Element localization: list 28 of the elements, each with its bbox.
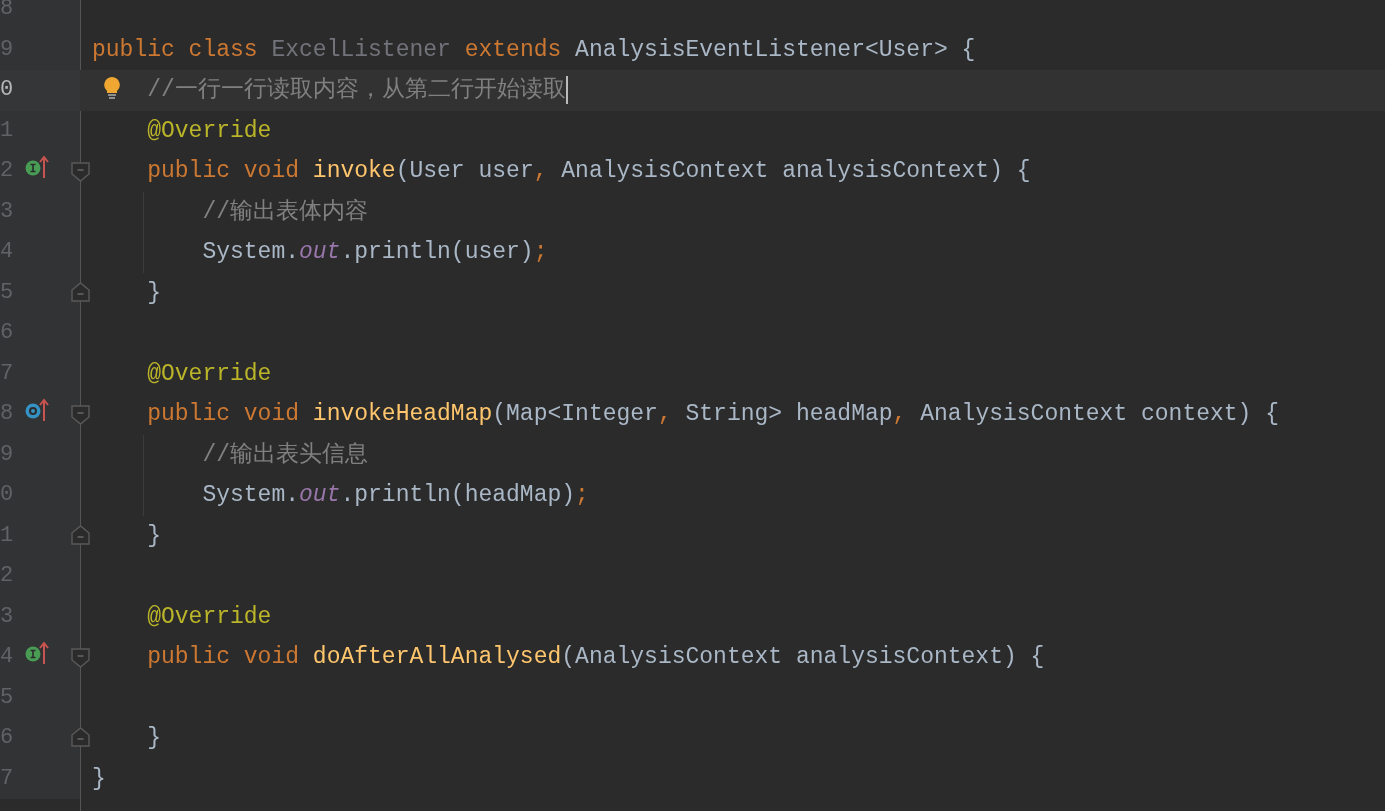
code-line: } [147, 278, 161, 308]
implemented-marker-icon[interactable] [25, 646, 41, 662]
fold-icon[interactable] [71, 405, 90, 425]
code-line: //输出表头信息 [202, 440, 368, 470]
code-line: public void invokeHeadMap(Map<Integer, String> headMap, AnalysisContext context) { [147, 400, 1280, 429]
fold-icon[interactable] [71, 648, 90, 668]
code-line: } [147, 724, 161, 753]
up-arrow-icon [39, 641, 49, 664]
up-arrow-icon [39, 155, 49, 178]
code-line: //输出表体内容 [202, 197, 368, 227]
unfold-icon[interactable] [71, 727, 90, 747]
fold-icon[interactable] [71, 162, 90, 182]
up-arrow-icon [39, 398, 49, 421]
code-line: @Override [147, 359, 272, 389]
code-line: public void invoke(User user, AnalysisContext analysisContext) { [147, 157, 1031, 186]
code-line: System.out.println(headMap); [202, 481, 589, 510]
code-line: public class ExcelListener extends AnalysisEventListener<User> { [92, 35, 976, 65]
lightbulb-icon[interactable] [103, 76, 121, 99]
implemented-marker-icon[interactable] [25, 160, 41, 176]
code-line: @Override [147, 602, 272, 632]
code-line: public void doAfterAllAnalysed(AnalysisContext analysisContext) { [147, 643, 1045, 672]
code-line: } [147, 521, 161, 551]
code-line: //一行一行读取内容，从第二行开始读取 [147, 75, 566, 105]
code-line: @Override [147, 116, 272, 146]
code-line: } [92, 764, 106, 794]
overriding-marker-icon[interactable] [25, 403, 41, 419]
code-line: System.out.println(user); [202, 238, 548, 267]
line-number: 0 [0, 76, 14, 104]
